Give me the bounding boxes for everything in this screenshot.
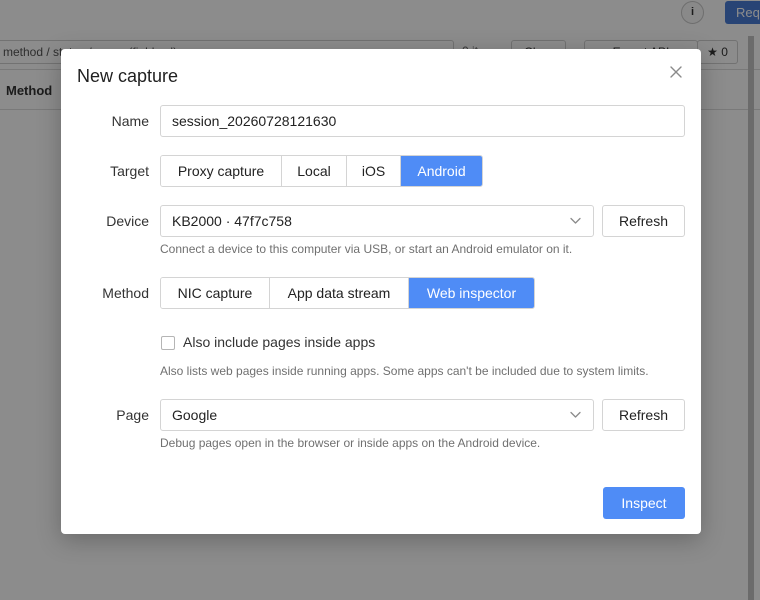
name-field[interactable] [160, 105, 685, 137]
device-refresh-button[interactable]: Refresh [602, 205, 685, 237]
target-segmented-control: Proxy capture Local iOS Android [160, 155, 483, 187]
close-icon[interactable] [667, 63, 685, 81]
page-select-value: Google [172, 407, 218, 423]
page-refresh-button[interactable]: Refresh [602, 399, 685, 431]
new-capture-dialog: New capture Name Target Proxy capture Lo… [61, 49, 701, 534]
target-option-ios[interactable]: iOS [347, 156, 401, 186]
include-apps-label[interactable]: Also include pages inside apps [183, 334, 375, 350]
target-option-android[interactable]: Android [401, 156, 482, 186]
chevron-down-icon [570, 217, 581, 224]
name-input[interactable] [172, 106, 684, 136]
method-segmented-control: NIC capture App data stream Web inspecto… [160, 277, 535, 309]
device-select-value: KB2000 · 47f7c758 [172, 213, 292, 229]
method-option-app-data-stream[interactable]: App data stream [270, 278, 409, 308]
device-hint: Connect a device to this computer via US… [160, 242, 573, 256]
target-label: Target [110, 163, 149, 179]
target-option-local[interactable]: Local [282, 156, 347, 186]
target-option-proxy-capture[interactable]: Proxy capture [161, 156, 282, 186]
inspect-button[interactable]: Inspect [603, 487, 685, 519]
device-label: Device [106, 213, 149, 229]
page-select[interactable]: Google [160, 399, 594, 431]
chevron-down-icon [570, 411, 581, 418]
page-hint: Debug pages open in the browser or insid… [160, 436, 541, 450]
device-select[interactable]: KB2000 · 47f7c758 [160, 205, 594, 237]
method-option-nic-capture[interactable]: NIC capture [161, 278, 270, 308]
method-label: Method [102, 285, 149, 301]
name-label: Name [111, 113, 149, 129]
method-option-web-inspector[interactable]: Web inspector [409, 278, 534, 308]
page-label: Page [116, 407, 149, 423]
include-apps-checkbox[interactable] [161, 336, 175, 350]
include-apps-hint: Also lists web pages inside running apps… [160, 364, 649, 378]
dialog-title: New capture [77, 66, 179, 86]
